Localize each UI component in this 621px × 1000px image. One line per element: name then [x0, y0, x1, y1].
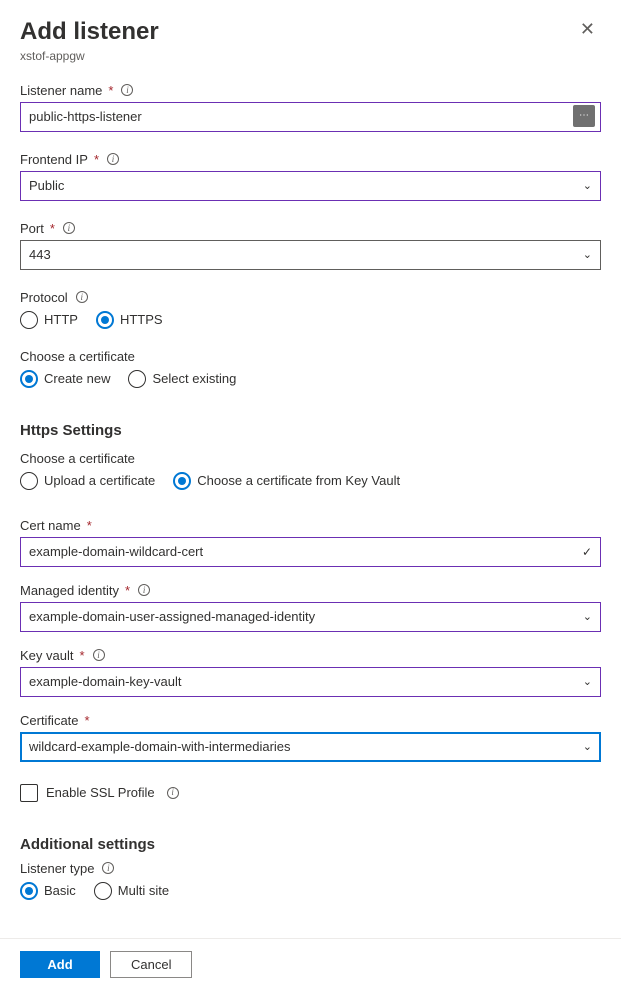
protocol-label-text: Protocol [20, 290, 68, 305]
radio-icon [128, 370, 146, 388]
info-icon[interactable]: i [167, 787, 179, 799]
keyvault-cert-label: Choose a certificate from Key Vault [197, 473, 400, 488]
protocol-https-label: HTTPS [120, 312, 163, 327]
certificate-select[interactable]: wildcard-example-domain-with-intermediar… [20, 732, 601, 762]
managed-identity-label: Managed identity * i [20, 583, 601, 598]
chevron-down-icon: ⌄ [583, 248, 592, 261]
key-vault-label-text: Key vault [20, 648, 73, 663]
info-icon[interactable]: i [107, 153, 119, 165]
protocol-label: Protocol i [20, 290, 601, 305]
listener-type-multi-radio[interactable]: Multi site [94, 882, 169, 900]
frontend-ip-label-text: Frontend IP [20, 152, 88, 167]
enable-ssl-checkbox[interactable] [20, 784, 38, 802]
info-icon[interactable]: i [121, 84, 133, 96]
upload-cert-label: Upload a certificate [44, 473, 155, 488]
required-asterisk: * [94, 152, 99, 167]
chevron-down-icon: ⌄ [583, 179, 592, 192]
checkmark-icon: ✓ [582, 545, 592, 559]
port-value: 443 [29, 247, 51, 262]
certificate-value: wildcard-example-domain-with-intermediar… [29, 739, 291, 754]
port-label-text: Port [20, 221, 44, 236]
required-asterisk: * [85, 713, 90, 728]
radio-icon [20, 472, 38, 490]
add-button[interactable]: Add [20, 951, 100, 978]
enable-ssl-label: Enable SSL Profile [46, 785, 155, 800]
cert-select-existing-radio[interactable]: Select existing [128, 370, 236, 388]
listener-type-label-text: Listener type [20, 861, 94, 876]
radio-selected-icon [173, 472, 191, 490]
required-asterisk: * [79, 648, 84, 663]
frontend-ip-select[interactable]: Public ⌄ [20, 171, 601, 201]
close-button[interactable]: ✕ [574, 18, 601, 40]
chevron-down-icon: ⌄ [583, 610, 592, 623]
upload-cert-radio[interactable]: Upload a certificate [20, 472, 155, 490]
listener-name-label: Listener name * i [20, 83, 601, 98]
radio-selected-icon [20, 882, 38, 900]
protocol-https-radio[interactable]: HTTPS [96, 311, 163, 329]
listener-type-multi-label: Multi site [118, 883, 169, 898]
radio-selected-icon [20, 370, 38, 388]
managed-identity-label-text: Managed identity [20, 583, 119, 598]
listener-name-label-text: Listener name [20, 83, 102, 98]
chevron-down-icon: ⌄ [583, 675, 592, 688]
input-suggestion-icon[interactable]: ⋯ [573, 105, 595, 127]
port-select[interactable]: 443 ⌄ [20, 240, 601, 270]
https-settings-heading: Https Settings [20, 422, 601, 439]
key-vault-value: example-domain-key-vault [29, 674, 181, 689]
listener-name-value: public-https-listener [29, 109, 142, 124]
close-icon: ✕ [580, 19, 595, 39]
info-icon[interactable]: i [63, 222, 75, 234]
page-title: Add listener [20, 18, 159, 47]
certificate-label-text: Certificate [20, 713, 79, 728]
certificate-label: Certificate * [20, 713, 601, 728]
cert-name-label-text: Cert name [20, 518, 81, 533]
radio-selected-icon [96, 311, 114, 329]
cert-create-new-radio[interactable]: Create new [20, 370, 110, 388]
additional-settings-heading: Additional settings [20, 836, 601, 853]
info-icon[interactable]: i [138, 584, 150, 596]
keyvault-cert-radio[interactable]: Choose a certificate from Key Vault [173, 472, 400, 490]
managed-identity-value: example-domain-user-assigned-managed-ide… [29, 609, 315, 624]
frontend-ip-label: Frontend IP * i [20, 152, 601, 167]
resource-subtitle: xstof-appgw [20, 49, 159, 63]
required-asterisk: * [108, 83, 113, 98]
protocol-http-radio[interactable]: HTTP [20, 311, 78, 329]
radio-icon [94, 882, 112, 900]
chevron-down-icon: ⌄ [583, 740, 592, 753]
required-asterisk: * [50, 221, 55, 236]
protocol-http-label: HTTP [44, 312, 78, 327]
managed-identity-select[interactable]: example-domain-user-assigned-managed-ide… [20, 602, 601, 632]
port-label: Port * i [20, 221, 601, 236]
cert-name-input[interactable]: example-domain-wildcard-cert ✓ [20, 537, 601, 567]
required-asterisk: * [125, 583, 130, 598]
key-vault-select[interactable]: example-domain-key-vault ⌄ [20, 667, 601, 697]
choose-cert-source-label: Choose a certificate [20, 451, 601, 466]
listener-type-label: Listener type i [20, 861, 601, 876]
info-icon[interactable]: i [102, 862, 114, 874]
cert-name-value: example-domain-wildcard-cert [29, 544, 203, 559]
cert-create-new-label: Create new [44, 371, 110, 386]
required-asterisk: * [87, 518, 92, 533]
cert-select-existing-label: Select existing [152, 371, 236, 386]
listener-name-input[interactable]: public-https-listener [20, 102, 601, 132]
listener-type-basic-label: Basic [44, 883, 76, 898]
choose-cert-label: Choose a certificate [20, 349, 601, 364]
frontend-ip-value: Public [29, 178, 64, 193]
info-icon[interactable]: i [93, 649, 105, 661]
key-vault-label: Key vault * i [20, 648, 601, 663]
info-icon[interactable]: i [76, 291, 88, 303]
radio-icon [20, 311, 38, 329]
listener-type-basic-radio[interactable]: Basic [20, 882, 76, 900]
cert-name-label: Cert name * [20, 518, 601, 533]
cancel-button[interactable]: Cancel [110, 951, 192, 978]
